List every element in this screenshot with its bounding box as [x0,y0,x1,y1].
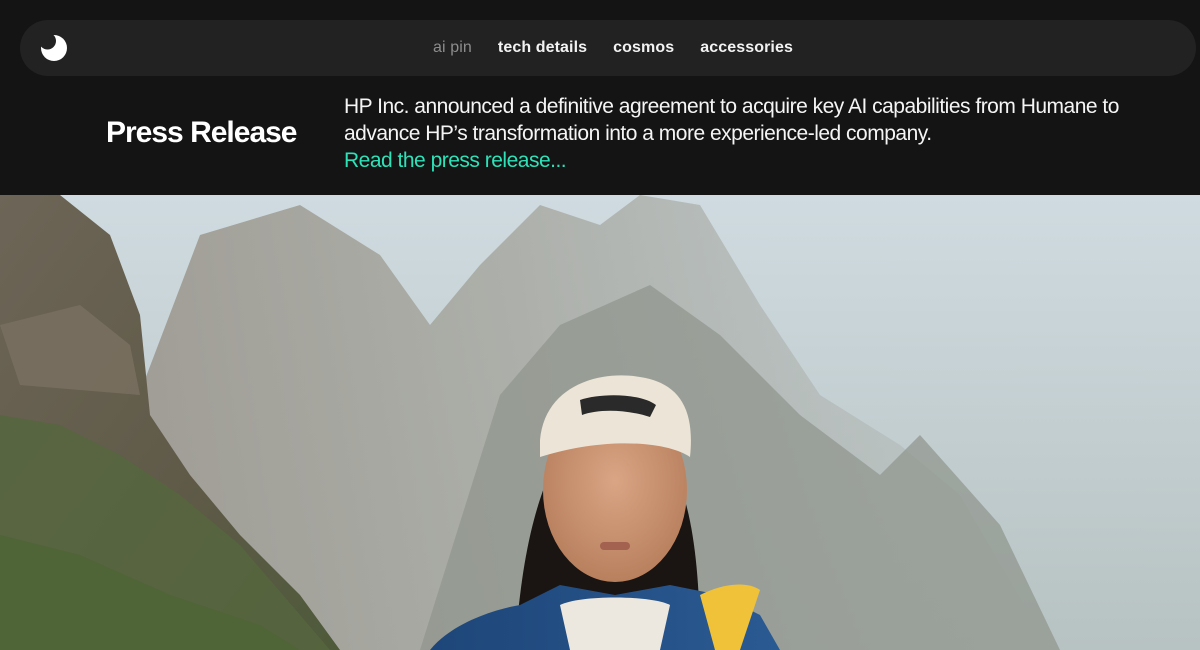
press-release-body: HP Inc. announced a definitive agreement… [344,95,1119,145]
moon-logo-icon[interactable] [39,32,68,62]
press-release-text: HP Inc. announced a definitive agreement… [344,93,1174,174]
nav-link-ai-pin[interactable]: ai pin [433,39,472,57]
top-navbar: ai pin tech details cosmos accessories [20,20,1196,76]
nav-link-accessories[interactable]: accessories [700,39,793,57]
read-press-release-link[interactable]: Read the press release... [344,147,1174,174]
nav-link-cosmos[interactable]: cosmos [613,39,674,57]
hero-image [0,195,1200,650]
press-release-title: Press Release [106,116,297,149]
press-release-banner: Press Release HP Inc. announced a defini… [0,76,1200,195]
main-nav: ai pin tech details cosmos accessories [20,20,1196,76]
nav-link-tech-details[interactable]: tech details [498,39,587,57]
hero-photo-mountain-woman [0,195,1200,650]
